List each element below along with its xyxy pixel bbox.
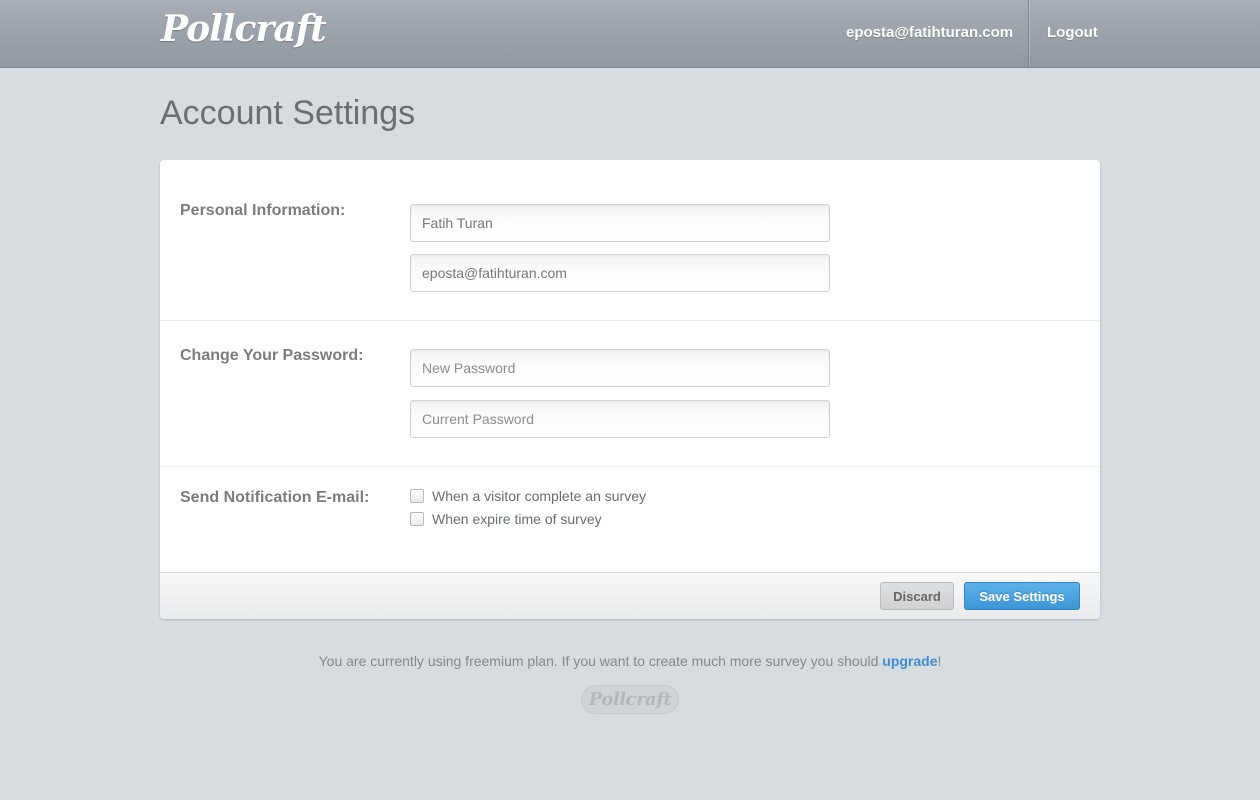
expire-time-checkbox[interactable] — [410, 512, 424, 526]
visitor-complete-checkbox-row[interactable]: When a visitor complete an survey — [410, 487, 646, 505]
notification-label: Send Notification E-mail: — [180, 489, 370, 506]
user-email-link[interactable]: eposta@fatihturan.com — [846, 24, 1013, 41]
notification-section: Send Notification E-mail: When a visitor… — [160, 467, 1100, 572]
visitor-complete-label: When a visitor complete an survey — [432, 488, 646, 504]
plan-notice-text: You are currently using freemium plan. I… — [318, 653, 883, 669]
top-navigation-bar: Pollcraft eposta@fatihturan.com Logout — [0, 0, 1260, 68]
full-name-input[interactable] — [410, 204, 830, 242]
new-password-input[interactable] — [410, 349, 830, 387]
email-input[interactable] — [410, 254, 830, 292]
plan-notice-end: ! — [937, 653, 942, 669]
save-settings-button[interactable]: Save Settings — [964, 582, 1080, 610]
logout-button[interactable]: Logout — [1047, 24, 1098, 41]
page-title: Account Settings — [160, 94, 416, 132]
footer-pollcraft-logo[interactable]: Pollcraft — [581, 685, 679, 714]
pollcraft-logo[interactable]: Pollcraft — [161, 8, 327, 50]
settings-card: Personal Information: Change Your Passwo… — [160, 160, 1100, 619]
card-actions-bar: Discard Save Settings — [160, 572, 1100, 619]
personal-information-section: Personal Information: — [160, 160, 1100, 321]
expire-time-checkbox-row[interactable]: When expire time of survey — [410, 510, 602, 528]
change-password-label: Change Your Password: — [180, 347, 364, 364]
personal-information-label: Personal Information: — [180, 202, 346, 219]
discard-button[interactable]: Discard — [880, 582, 954, 610]
plan-notice: You are currently using freemium plan. I… — [0, 653, 1260, 669]
visitor-complete-checkbox[interactable] — [410, 489, 424, 503]
current-password-input[interactable] — [410, 400, 830, 438]
expire-time-label: When expire time of survey — [432, 511, 602, 527]
change-password-section: Change Your Password: — [160, 321, 1100, 467]
nav-divider — [1028, 0, 1029, 67]
upgrade-link[interactable]: upgrade — [882, 653, 937, 669]
